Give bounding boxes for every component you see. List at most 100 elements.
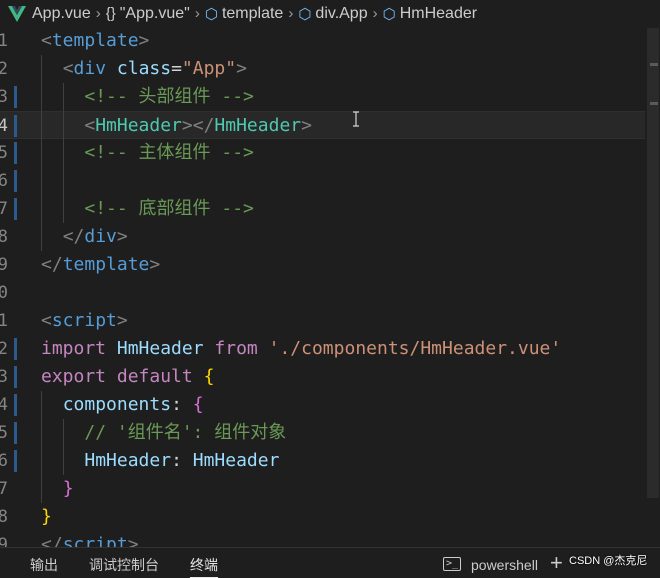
- line-number: 4: [0, 116, 8, 136]
- breadcrumb-item-file[interactable]: App.vue: [32, 5, 91, 23]
- code-token: <: [62, 58, 74, 79]
- code-token: :: [171, 450, 193, 471]
- code-token: >: [127, 534, 139, 547]
- code-token: >: [149, 254, 161, 275]
- code-line[interactable]: 17 }: [0, 475, 645, 503]
- code-line[interactable]: 18}: [0, 503, 645, 531]
- line-number: 1: [0, 31, 8, 51]
- code-token: :: [171, 394, 193, 415]
- code-token: </: [41, 254, 63, 275]
- code-token: >: [116, 226, 128, 247]
- code-line[interactable]: 2 <div class="App">: [0, 55, 645, 83]
- code-token: HmHeader: [192, 450, 280, 471]
- breadcrumb-item-object[interactable]: {} "App.vue": [106, 5, 190, 23]
- line-number: 13: [0, 367, 8, 387]
- panel-tab-bar: 输出 调试控制台 终端 >_ powershell +: [0, 547, 660, 578]
- code-text: }: [41, 503, 52, 531]
- code-token: components: [62, 394, 172, 415]
- code-token: div: [73, 58, 107, 79]
- line-number: 11: [0, 311, 8, 331]
- code-token: >: [236, 58, 247, 79]
- code-editor[interactable]: 1 <template> 2 <div class="App"> 3 <!-- 头部组…: [0, 27, 645, 547]
- git-change-marker: [14, 142, 17, 164]
- line-number: 10: [0, 283, 8, 303]
- code-token: >: [138, 30, 150, 51]
- code-line[interactable]: 3 <!-- 头部组件 -->: [0, 83, 645, 111]
- line-number: 18: [0, 507, 8, 527]
- code-token: // '组件名': 组件对象: [84, 422, 287, 443]
- code-text: <HmHeader></HmHeader>: [41, 112, 312, 140]
- code-text: export default {: [41, 363, 214, 391]
- line-number: 15: [0, 423, 8, 443]
- git-change-marker: [14, 198, 17, 220]
- code-line[interactable]: 15 // '组件名': 组件对象: [0, 419, 645, 447]
- code-text: }: [41, 475, 74, 503]
- code-line[interactable]: 13 export default {: [0, 363, 645, 391]
- code-token: >: [116, 310, 128, 331]
- indent-guide: [41, 391, 42, 503]
- line-number: 16: [0, 451, 8, 471]
- code-token: class: [116, 58, 172, 79]
- line-number: 7: [0, 199, 8, 219]
- scrollbar-thumb[interactable]: [647, 28, 659, 498]
- code-line[interactable]: 10: [0, 279, 645, 307]
- code-line[interactable]: 14 components: {: [0, 391, 645, 419]
- code-token: <: [41, 30, 52, 51]
- code-token: template: [62, 254, 150, 275]
- code-token: HmHeader: [95, 115, 182, 136]
- line-number: 14: [0, 395, 8, 415]
- line-number: 9: [0, 255, 8, 275]
- code-token: './components/HmHeader.vue': [268, 338, 562, 359]
- chevron-right-icon: ›: [372, 5, 378, 22]
- code-token: }: [62, 478, 74, 499]
- code-token: <: [41, 310, 52, 331]
- terminal-shell-selector[interactable]: powershell: [471, 556, 538, 574]
- code-line[interactable]: 5 <!-- 主体组件 -->: [0, 139, 645, 167]
- code-token: template: [51, 30, 139, 51]
- code-line[interactable]: 19 </script>: [0, 531, 645, 547]
- code-text: <!-- 底部组件 -->: [41, 195, 254, 223]
- tab-debug-console[interactable]: 调试控制台: [89, 556, 159, 574]
- code-line[interactable]: 8 </div>: [0, 223, 645, 251]
- code-line[interactable]: 9 </template>: [0, 251, 645, 279]
- code-text: </script>: [41, 531, 139, 547]
- code-line[interactable]: 1 <template>: [0, 27, 645, 55]
- code-line[interactable]: 16 HmHeader: HmHeader: [0, 447, 645, 475]
- code-token: }: [41, 506, 52, 527]
- code-line[interactable]: 7 <!-- 底部组件 -->: [0, 195, 645, 223]
- breadcrumb-item-template[interactable]: ⬡ template: [205, 5, 283, 23]
- code-token: >: [301, 115, 312, 136]
- code-line[interactable]: 4 <HmHeader></HmHeader>: [0, 111, 645, 139]
- breadcrumb-item-div-app[interactable]: ⬡ div.App: [298, 5, 367, 23]
- git-change-marker: [14, 366, 17, 388]
- git-change-marker: [14, 86, 17, 108]
- line-number: 3: [0, 87, 8, 107]
- symbol-icon: ⬡: [298, 5, 312, 23]
- code-line[interactable]: 6: [0, 167, 645, 195]
- git-change-marker: [14, 422, 17, 444]
- line-number: 19: [0, 535, 8, 547]
- code-text: </template>: [41, 251, 160, 279]
- code-token: HmHeader: [84, 450, 172, 471]
- symbol-icon: ⬡: [382, 5, 396, 23]
- tab-output[interactable]: 输出: [30, 556, 58, 574]
- code-text: <script>: [41, 307, 128, 335]
- code-text: <!-- 头部组件 -->: [41, 83, 254, 111]
- code-token: script: [62, 534, 128, 547]
- git-change-marker: [14, 450, 17, 472]
- tab-terminal[interactable]: 终端: [190, 556, 218, 578]
- code-token: from: [214, 338, 258, 359]
- code-line[interactable]: 11 <script>: [0, 307, 645, 335]
- terminal-icon[interactable]: >_: [443, 557, 461, 571]
- code-line[interactable]: 12 import HmHeader from './components/HmH…: [0, 335, 645, 363]
- code-token: HmHeader: [116, 338, 204, 359]
- new-terminal-plus-icon[interactable]: +: [550, 552, 563, 574]
- breadcrumb-item-hmheader[interactable]: ⬡ HmHeader: [383, 5, 477, 23]
